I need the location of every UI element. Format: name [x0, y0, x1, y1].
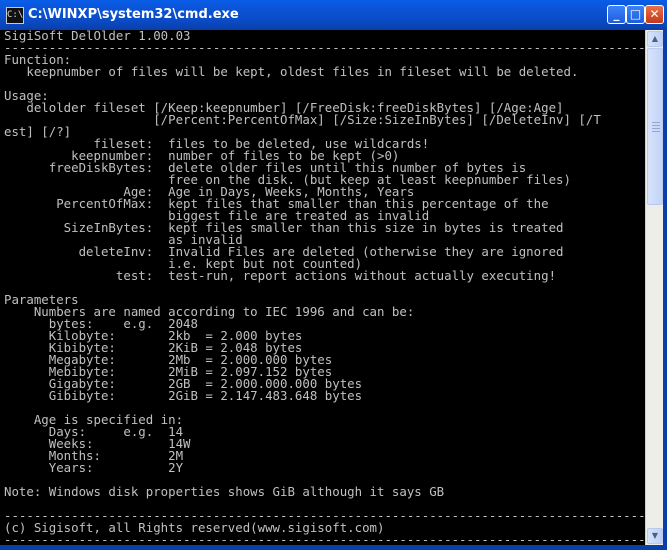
scroll-up-button[interactable]: ▲: [647, 31, 663, 47]
console-line: Note: Windows disk properties shows GiB …: [4, 484, 445, 499]
console-line: test: test-run, report actions without a…: [4, 268, 557, 283]
console-line: [/Percent:PercentOfMax] [/Size:SizeInByt…: [4, 112, 601, 127]
console-line: ----------------------------------------…: [4, 532, 645, 545]
minimize-button[interactable]: _: [607, 5, 626, 24]
console-line: ----------------------------------------…: [4, 40, 645, 55]
console-text: SigiSoft DelOlder 1.00.03 --------------…: [0, 30, 645, 545]
maximize-button[interactable]: □: [626, 5, 645, 24]
window-title: C:\WINXP\system32\cmd.exe: [28, 7, 239, 22]
grip-line: [652, 128, 660, 129]
window-frame-right: [663, 30, 667, 550]
console-output[interactable]: SigiSoft DelOlder 1.00.03 --------------…: [0, 30, 645, 545]
scroll-down-button[interactable]: ▼: [647, 528, 663, 544]
window-frame-bottom: [0, 545, 667, 550]
scroll-thumb[interactable]: [647, 48, 663, 205]
grip-line: [652, 122, 660, 123]
close-button[interactable]: ✕: [645, 5, 664, 24]
console-line: Years: 2Y: [4, 460, 184, 475]
grip-line: [652, 131, 660, 132]
console-line: keepnumber of files will be kept, oldest…: [4, 64, 579, 79]
title-bar[interactable]: C:\ C:\WINXP\system32\cmd.exe _ □ ✕: [0, 0, 667, 31]
grip-line: [652, 125, 660, 126]
vertical-scrollbar[interactable]: ▲ ▼: [645, 30, 663, 545]
console-line: Gibibyte: 2GiB = 2.147.483.648 bytes: [4, 388, 363, 403]
cmd-icon[interactable]: C:\: [6, 7, 24, 24]
